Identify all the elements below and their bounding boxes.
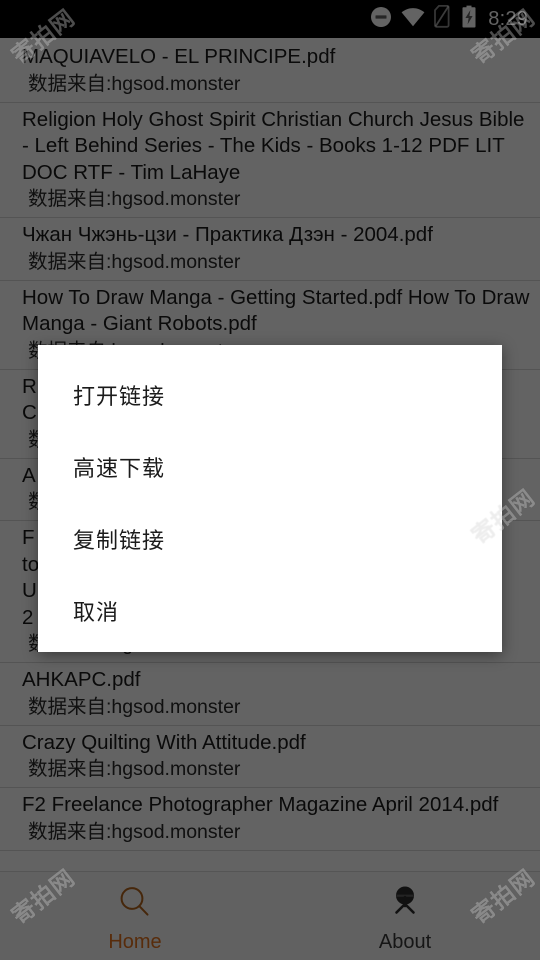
list-item-source: 数据来自:hgsod.monster (28, 188, 241, 210)
list-item-title: Чжан Чжэнь-цзи - Практика Дзэн - 2004.pd… (22, 223, 433, 246)
status-bar: 8:29 (0, 0, 540, 38)
list-item-source: 数据来自:hgsod.monster (28, 250, 241, 273)
do-not-disturb-icon (370, 6, 392, 33)
list-item[interactable]: AHKAPC.pdf 数据来自:hgsod.monster (0, 663, 540, 726)
no-sim-card-icon (434, 4, 452, 33)
nav-tab-about[interactable]: About (270, 872, 540, 960)
bottom-navigation-bar: Home About (0, 871, 540, 960)
list-item[interactable]: Чжан Чжэнь-цзи - Практика Дзэн - 2004.pd… (0, 218, 540, 281)
list-item-title: F2 Freelance Photographer Magazine April… (22, 793, 499, 816)
battery-charging-icon (461, 5, 477, 33)
dialog-item-fast-download[interactable]: 高速下载 (38, 431, 502, 503)
list-item-title: How To Draw Manga - Getting Started.pdf … (22, 285, 530, 336)
link-action-dialog: 打开链接 高速下载 复制链接 取消 (38, 345, 502, 652)
status-bar-clock: 8:29 (488, 8, 528, 30)
list-item-title: AHKAPC.pdf (22, 668, 141, 691)
nav-tab-about-label: About (378, 931, 432, 953)
list-item-source: 数据来自:hgsod.monster (28, 758, 241, 780)
wifi-icon (401, 6, 425, 33)
list-item[interactable]: F2 Freelance Photographer Magazine April… (0, 788, 540, 851)
dialog-item-copy-link[interactable]: 复制链接 (38, 503, 502, 575)
list-item-title: Religion Holy Ghost Spirit Christian Chu… (22, 107, 525, 184)
list-item[interactable]: Crazy Quilting With Attitude.pdf 数据来自:hgs… (0, 726, 540, 788)
nav-tab-home[interactable]: Home (0, 872, 270, 960)
dialog-item-cancel[interactable]: 取消 (38, 575, 502, 647)
list-item-title: Crazy Quilting With Attitude.pdf (22, 730, 306, 754)
list-item-source: 数据来自:hgsod.monster (28, 695, 241, 718)
list-item-source: 数据来自:hgsod.monster (28, 72, 241, 95)
dialog-item-open-link[interactable]: 打开链接 (38, 359, 502, 431)
list-item[interactable]: Religion Holy Ghost Spirit Christian Chu… (0, 103, 540, 218)
list-item-source: 数据来自:hgsod.monster (28, 820, 241, 843)
list-item-title: MAQUIAVELO - EL PRINCIPE.pdf (22, 45, 336, 68)
list-item[interactable]: MAQUIAVELO - EL PRINCIPE.pdf 数据来自:hgsod.m… (0, 40, 540, 103)
search-icon (116, 883, 154, 926)
dialog-option-list: 打开链接 高速下载 复制链接 取消 (38, 345, 502, 647)
nav-tab-home-label: Home (108, 931, 162, 953)
account-icon (386, 883, 424, 926)
